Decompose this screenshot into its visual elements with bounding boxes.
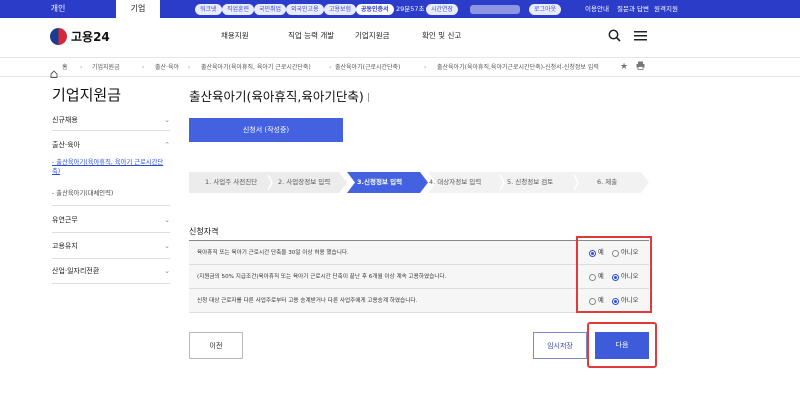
pill-worknet[interactable]: 워크넷 [195,4,222,15]
step-2: 2. 사업장정보 입력 [278,178,331,186]
pill-employment[interactable]: 국민취업 [254,4,287,15]
sidebar-item-retention[interactable]: 고용유지 ⌄ [52,237,170,259]
step-3-current: 3.신청정보 입력 [357,178,403,186]
pill-training[interactable]: 직업훈련 [222,4,255,15]
sidebar-item-transition[interactable]: 산업·일자리전환 ⌄ [52,262,170,284]
tab-personal[interactable]: 개인 [0,0,116,18]
sidebar-title: 기업지원금 [52,86,122,104]
page-title: 출산육아기(육아휴직,육아기단축) [189,86,369,105]
prev-button[interactable]: 이전 [189,332,243,359]
step-1: 1. 사업주 사전진단 [205,178,258,186]
temp-save-button[interactable]: 임시저장 [533,332,587,359]
step-4: 4. 대상자정보 입력 [429,178,482,186]
question-text: 신청 대상 근로자를 다른 사업주로부터 고용 승계받거나 다른 사업주에게 고… [197,298,418,304]
chevron-down-icon: ⌄ [164,267,170,275]
breadcrumb-item[interactable]: 출산육아기(근로시간단축) [335,58,400,77]
pill-foreign[interactable]: 외국인고용 [286,4,324,15]
sidebar-item-label: 유연근무 [52,216,78,224]
bookmark-star-icon[interactable]: ★ [620,61,628,73]
search-icon[interactable] [608,29,621,46]
nav-recruit[interactable]: 채용지원 [221,30,249,41]
section-title: 신청자격 [189,227,219,236]
chevron-up-icon: ⌃ [164,141,170,149]
sidebar-subitem[interactable]: - 출산육아기(대체인력) [52,189,113,198]
taegeuk-logo-icon [50,28,67,45]
link-guide[interactable]: 이용안내 [585,0,609,18]
sidebar-item-label: 신규채용 [52,116,78,124]
link-qna[interactable]: 질문과 답변 [617,0,649,18]
breadcrumb-home[interactable]: 홈 [62,58,68,77]
step-5: 5. 신청정보 검토 [507,178,554,186]
tab-business[interactable]: 기업 [116,0,160,18]
user-name-blurred [470,5,520,14]
step-6: 6. 제출 [597,178,618,186]
question-text: (지원금의 50% 지급조건)육아휴직 또는 육아기 근로시간 단축이 끝난 후… [197,274,447,280]
sidebar-item-label: 산업·일자리전환 [52,267,100,275]
application-status-button[interactable]: 신청서 (작성중) [189,118,343,142]
session-timer: 29분57초 [396,5,425,13]
nav-report[interactable]: 확인 및 신고 [422,30,461,41]
chevron-down-icon: ⌄ [164,242,170,250]
nav-skills[interactable]: 직업 능력 개발 [288,30,334,41]
page-title-text: 출산육아기(육아휴직,육아기단축) [189,89,364,104]
sidebar-subitem-active[interactable]: - 출산육아기(육아휴직, 육아기 근로시간단축) [52,158,167,176]
pill-insurance[interactable]: 고용보험 [324,4,357,15]
breadcrumb-item[interactable]: 출산육아기(육아휴직, 육아기 근로시간단축) [201,58,311,77]
highlight-radio-group [576,236,652,313]
breadcrumb-item[interactable]: 출산·육아 [155,58,179,77]
logo-text: 고용24 [71,30,110,44]
home-icon[interactable] [50,63,58,78]
breadcrumb-item[interactable]: 기업지원금 [92,58,120,77]
breadcrumb-current: 출산육아기(육아휴직,육아기근로시간단축)-신청서-신청정보 입력 [437,64,599,71]
site-header: 고용24 채용지원 직업 능력 개발 기업지원금 확인 및 신고 [0,18,800,58]
print-icon[interactable] [636,61,645,74]
highlight-next-button [587,322,657,368]
utility-bar: 개인 기업 워크넷 직업훈련 국민취업 외국인고용 고용보험 공동인증서 29분… [0,0,800,18]
sidebar-item-label: 출산·육아 [52,141,80,149]
sidebar-item-flexible[interactable]: 유연근무 ⌄ [52,211,170,233]
site-logo[interactable]: 고용24 [50,28,110,45]
logout-button[interactable]: 로그아웃 [529,4,562,15]
sidebar-item-label: 고용유지 [52,242,78,250]
pill-certificate[interactable]: 공동인증서 [356,4,394,15]
progress-stepper: 1. 사업주 사전진단 2. 사업장정보 입력 3.신청정보 입력 4. 대상자… [189,172,649,193]
chevron-down-icon: ⌄ [164,216,170,224]
menu-icon[interactable] [634,29,647,46]
sidebar-item-new-hire[interactable]: 신규채용 ⌄ [52,111,170,131]
chevron-down-icon: ⌄ [164,116,170,124]
nav-subsidy[interactable]: 기업지원금 [355,30,390,41]
extend-time-button[interactable]: 시간연장 [426,4,459,15]
question-text: 육아휴직 또는 육아기 근로시간 단축을 30일 이상 허용 했습니다. [197,250,349,256]
breadcrumb: 홈 › 기업지원금 › 출산·육아 › 출산육아기(육아휴직, 육아기 근로시간… [0,58,800,78]
link-remote[interactable]: 원격지원 [654,0,678,18]
